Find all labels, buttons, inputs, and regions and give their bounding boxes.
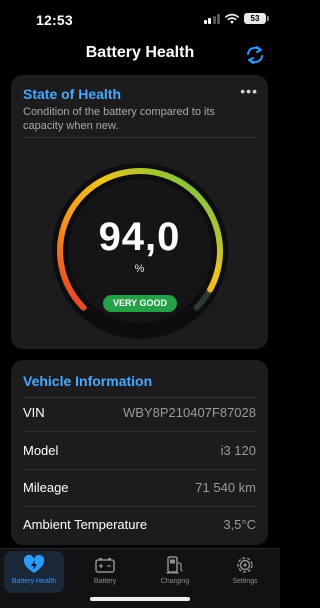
ellipsis-icon[interactable]: ••• xyxy=(240,83,258,99)
heart-bolt-icon xyxy=(23,555,45,573)
status-bar: 12:53 53 xyxy=(0,0,280,40)
info-row-mileage: Mileage 71 540 km xyxy=(23,471,256,507)
charging-station-icon xyxy=(166,556,183,574)
info-label: VIN xyxy=(23,405,45,420)
vehicle-info-title: Vehicle Information xyxy=(23,373,153,389)
cellular-signal-icon xyxy=(203,13,220,24)
status-icons: 53 xyxy=(203,13,269,24)
info-value: i3 120 xyxy=(220,443,256,458)
battery-icon xyxy=(95,558,115,573)
wifi-icon xyxy=(225,13,239,24)
gear-icon xyxy=(237,557,253,573)
home-indicator xyxy=(90,597,190,601)
tab-label: Battery xyxy=(93,578,117,585)
info-label: Mileage xyxy=(23,480,69,495)
state-of-health-description: Condition of the battery compared to its… xyxy=(23,106,215,132)
info-label: Ambient Temperature xyxy=(23,517,148,532)
refresh-icon[interactable] xyxy=(242,42,268,68)
info-row-ambient-temperature: Ambient Temperature 3,5°C xyxy=(23,508,256,544)
health-unit: % xyxy=(134,263,145,275)
tab-settings[interactable]: Settings xyxy=(215,555,275,585)
divider xyxy=(23,506,256,507)
divider xyxy=(23,431,256,432)
info-label: Model xyxy=(23,443,59,458)
status-time: 12:53 xyxy=(36,12,73,28)
battery-status-icon: 53 xyxy=(244,13,269,24)
info-value: 71 540 km xyxy=(195,480,256,495)
tab-label: Settings xyxy=(232,578,258,585)
info-row-model: Model i3 120 xyxy=(23,434,256,470)
state-of-health-title: State of Health xyxy=(23,86,122,102)
page-title: Battery Health xyxy=(85,44,195,61)
info-row-vin: VIN WBY8P210407F87028 xyxy=(23,396,256,432)
tab-label: Charging xyxy=(160,578,190,585)
tab-charging[interactable]: Charging xyxy=(145,555,205,585)
tab-label: Battery Health xyxy=(11,578,57,585)
status-badge: VERY GOOD xyxy=(103,295,177,312)
divider xyxy=(23,137,256,138)
nav-header: Battery Health xyxy=(0,40,280,70)
divider xyxy=(23,469,256,470)
tab-battery[interactable]: Battery xyxy=(75,555,135,585)
info-value: WBY8P210407F87028 xyxy=(123,405,256,420)
health-value: 94,0 xyxy=(98,215,181,259)
info-value: 3,5°C xyxy=(223,517,256,532)
state-of-health-card: State of Health ••• Condition of the bat… xyxy=(11,75,268,349)
vehicle-info-card: Vehicle Information VIN WBY8P210407F8702… xyxy=(11,360,268,545)
tab-battery-health[interactable]: Battery Health xyxy=(4,551,64,593)
